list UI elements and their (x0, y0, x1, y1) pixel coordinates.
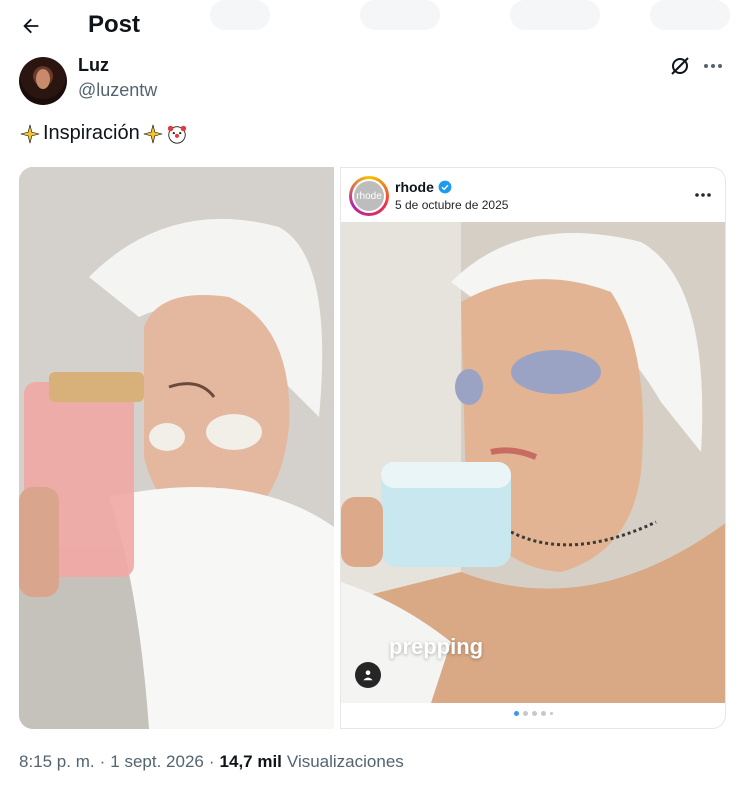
instagram-photo[interactable]: prepping (341, 222, 725, 703)
grok-icon (671, 57, 689, 75)
post-metadata: 8:15 p. m. · 1 sept. 2026 · 14,7 mil Vis… (19, 752, 404, 772)
instagram-account-name[interactable]: rhode (395, 179, 452, 195)
carousel-dot (540, 711, 546, 716)
person-icon (363, 670, 373, 681)
carousel-dot-active (513, 711, 519, 716)
background-blur (360, 0, 440, 30)
back-button[interactable] (14, 9, 48, 43)
clown-icon (167, 125, 186, 144)
post-date[interactable]: 1 sept. 2026 (110, 752, 204, 772)
photo-illustration (19, 167, 334, 729)
embedded-instagram-post[interactable]: rhode rhode 5 de octubre de 2025 preppin… (340, 167, 726, 729)
post-text: Inspiración (19, 122, 188, 145)
carousel-indicator (341, 711, 725, 716)
post-text-content: Inspiración (43, 122, 140, 144)
sparkles-icon (20, 124, 40, 143)
post-time[interactable]: 8:15 p. m. (19, 752, 95, 772)
background-blur (510, 0, 600, 30)
avatar[interactable] (19, 57, 67, 105)
verified-badge-icon (438, 180, 452, 194)
more-options-button[interactable] (700, 54, 726, 78)
background-blur (650, 0, 730, 30)
post-header: Post (0, 0, 742, 50)
separator: · (208, 752, 215, 771)
instagram-header: rhode rhode 5 de octubre de 2025 (341, 168, 725, 222)
separator: · (99, 752, 106, 771)
user-tag-button[interactable] (355, 662, 381, 688)
instagram-account-label: rhode (395, 179, 434, 195)
page-title: Post (88, 11, 141, 38)
more-icon (704, 64, 722, 68)
views-label: Visualizaciones (286, 752, 404, 771)
instagram-post-date: 5 de octubre de 2025 (395, 198, 509, 212)
instagram-avatar-logo: rhode (354, 181, 384, 211)
post-image-left[interactable] (19, 167, 334, 729)
photo-illustration (341, 222, 725, 703)
instagram-more-icon[interactable] (693, 187, 713, 203)
carousel-dot (531, 711, 537, 716)
user-handle[interactable]: @luzentw (78, 80, 157, 101)
instagram-avatar[interactable]: rhode (349, 176, 389, 216)
background-blur (210, 0, 270, 30)
sparkles-icon (143, 124, 162, 143)
user-name[interactable]: Luz (78, 55, 109, 76)
grok-button[interactable] (668, 54, 692, 78)
carousel-dot (549, 712, 553, 715)
carousel-dot (522, 711, 528, 716)
photo-overlay-text: prepping (389, 634, 484, 659)
views-count: 14,7 mil (219, 752, 282, 771)
arrow-left-icon (23, 18, 39, 34)
